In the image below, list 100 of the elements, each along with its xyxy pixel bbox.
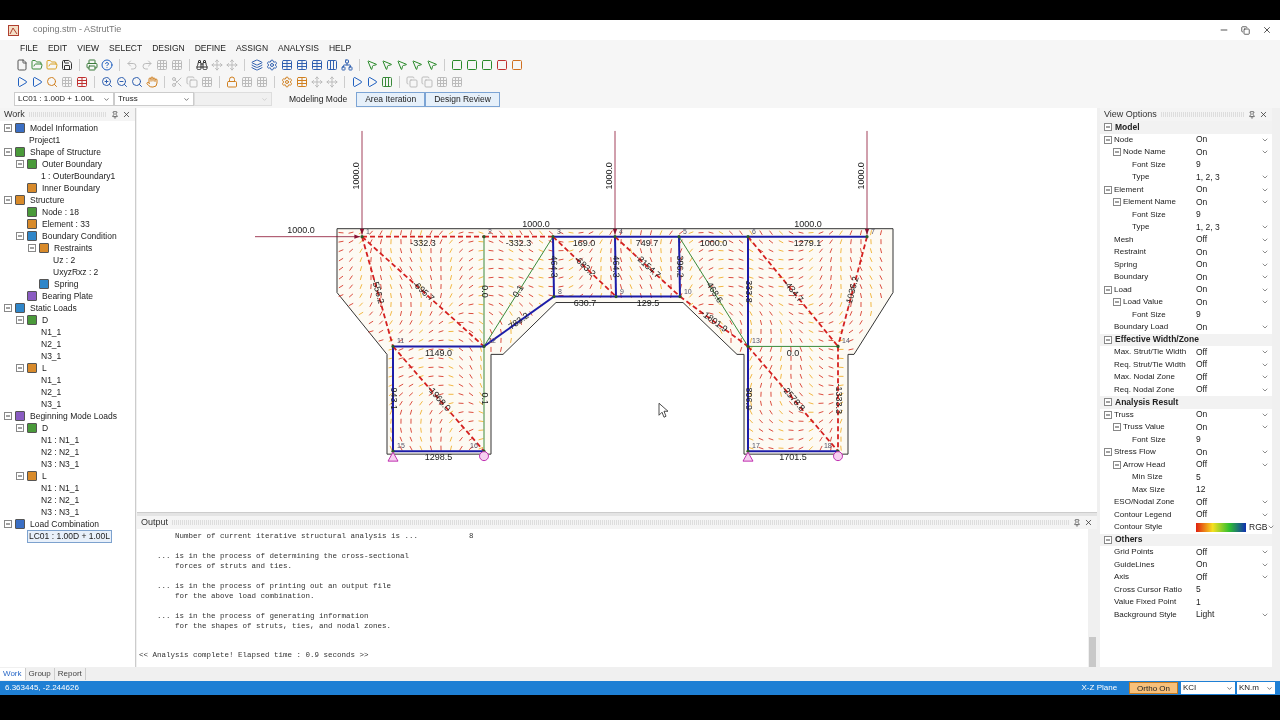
- columns-icon[interactable]: [381, 75, 393, 88]
- truss-icon[interactable]: [341, 58, 353, 71]
- tree-item[interactable]: Bearing Plate: [40, 289, 96, 303]
- tree-item[interactable]: Uz : 2: [51, 253, 78, 267]
- collapse-icon[interactable]: [1104, 535, 1112, 544]
- tree-item[interactable]: N3_1: [39, 397, 64, 411]
- tie-member[interactable]: [678, 235, 749, 238]
- play-icon[interactable]: [16, 75, 28, 88]
- hand-icon[interactable]: [146, 75, 158, 88]
- collapse-icon[interactable]: [4, 148, 12, 156]
- printer-icon[interactable]: [86, 58, 98, 71]
- pointer-icon[interactable]: [411, 58, 423, 71]
- move-icon[interactable]: [326, 75, 338, 88]
- collapse-icon[interactable]: [4, 412, 12, 420]
- save-icon[interactable]: [61, 58, 73, 71]
- option-value-field[interactable]: On: [1192, 283, 1272, 296]
- tree-item[interactable]: Boundary Condition: [40, 229, 119, 243]
- strut-member[interactable]: [483, 235, 554, 238]
- play-icon[interactable]: [31, 75, 43, 88]
- node-point[interactable]: [836, 344, 840, 348]
- menu-item[interactable]: DESIGN: [152, 41, 185, 55]
- node-point[interactable]: [836, 449, 840, 453]
- node-point[interactable]: [482, 449, 486, 453]
- tree-item[interactable]: Shape of Structure: [28, 145, 103, 159]
- strut-member[interactable]: [747, 235, 839, 348]
- tree-item[interactable]: Outer Boundary: [40, 157, 104, 171]
- collapse-icon[interactable]: [16, 472, 24, 480]
- option-value-field[interactable]: On: [1192, 133, 1272, 146]
- tree-item[interactable]: N2_1: [39, 385, 64, 399]
- strut-member[interactable]: [361, 235, 394, 348]
- option-value-field[interactable]: 1, 2, 3: [1192, 221, 1272, 234]
- tree-item[interactable]: N2 : N2_1: [39, 493, 82, 507]
- option-value-field[interactable]: 9: [1192, 158, 1272, 171]
- collapse-icon[interactable]: [16, 424, 24, 432]
- collapse-icon[interactable]: [1104, 410, 1112, 419]
- option-value-field[interactable]: Off: [1192, 496, 1272, 509]
- option-value-field[interactable]: Light: [1192, 608, 1272, 621]
- close-icon[interactable]: [1084, 518, 1093, 527]
- node-point[interactable]: [746, 449, 750, 453]
- undo-icon[interactable]: [126, 58, 138, 71]
- collapse-icon[interactable]: [1104, 135, 1112, 144]
- collapse-icon[interactable]: [1104, 398, 1112, 407]
- pointer-icon[interactable]: [396, 58, 408, 71]
- tree-item[interactable]: D: [40, 313, 51, 327]
- option-value-field[interactable]: On: [1192, 446, 1272, 459]
- tree-item[interactable]: N3 : N3_1: [39, 505, 82, 519]
- table-icon[interactable]: [76, 75, 88, 88]
- option-value-field[interactable]: On: [1192, 258, 1272, 271]
- pointer-icon[interactable]: [366, 58, 378, 71]
- option-value-field[interactable]: On: [1192, 183, 1272, 196]
- table-icon[interactable]: [311, 58, 323, 71]
- tree-item[interactable]: N3 : N3_1: [39, 457, 82, 471]
- option-value-field[interactable]: Off: [1192, 458, 1272, 471]
- tie-member[interactable]: [747, 235, 868, 238]
- collapse-icon[interactable]: [4, 124, 12, 132]
- node-point[interactable]: [391, 344, 395, 348]
- collapse-icon[interactable]: [16, 232, 24, 240]
- option-value-field[interactable]: Off: [1192, 546, 1272, 559]
- tree-item[interactable]: 1 : OuterBoundary1: [39, 169, 118, 183]
- collapse-icon[interactable]: [1113, 423, 1121, 432]
- collapse-icon[interactable]: [1104, 185, 1112, 194]
- option-value-field[interactable]: 5: [1192, 583, 1272, 596]
- collapse-icon[interactable]: [4, 520, 12, 528]
- zoom-out-icon[interactable]: [116, 75, 128, 88]
- tree-item[interactable]: Inner Boundary: [40, 181, 103, 195]
- play-icon[interactable]: [366, 75, 378, 88]
- collapse-icon[interactable]: [1113, 148, 1121, 157]
- node-point[interactable]: [482, 344, 486, 348]
- move-icon[interactable]: [311, 75, 323, 88]
- pin-icon[interactable]: [1248, 110, 1256, 119]
- redo-icon[interactable]: [141, 58, 153, 71]
- tie-member[interactable]: [614, 235, 680, 238]
- binoculars-icon[interactable]: [196, 58, 208, 71]
- option-value-field[interactable]: 1: [1192, 596, 1272, 609]
- menu-item[interactable]: SELECT: [109, 41, 143, 55]
- option-value-field[interactable]: On: [1192, 408, 1272, 421]
- select-box-icon[interactable]: [511, 58, 523, 71]
- grid-icon[interactable]: [436, 75, 448, 88]
- pointer-icon[interactable]: [426, 58, 438, 71]
- collapse-icon[interactable]: [1104, 448, 1112, 457]
- tree-item[interactable]: N1_1: [39, 373, 64, 387]
- option-value-field[interactable]: 12: [1192, 483, 1272, 496]
- close-icon[interactable]: [122, 110, 131, 119]
- vertical-scrollbar[interactable]: [1088, 529, 1097, 667]
- tree-item[interactable]: N2 : N2_1: [39, 445, 82, 459]
- option-value-field[interactable]: On: [1192, 321, 1272, 334]
- tree-item[interactable]: Load Combination: [28, 517, 101, 531]
- node-point[interactable]: [614, 294, 618, 299]
- tree-item[interactable]: Node : 18: [40, 205, 81, 219]
- collapse-icon[interactable]: [16, 316, 24, 324]
- node-point[interactable]: [551, 235, 555, 239]
- tree-item[interactable]: L: [40, 361, 49, 375]
- pointer-icon[interactable]: [381, 58, 393, 71]
- close-icon[interactable]: [1262, 25, 1272, 35]
- grid-icon[interactable]: [256, 75, 268, 88]
- tree-item[interactable]: Model Information: [28, 121, 101, 135]
- select-box-icon[interactable]: [496, 58, 508, 71]
- tree-item[interactable]: Project1: [27, 133, 63, 147]
- collapse-icon[interactable]: [1113, 298, 1121, 307]
- table-icon[interactable]: [296, 58, 308, 71]
